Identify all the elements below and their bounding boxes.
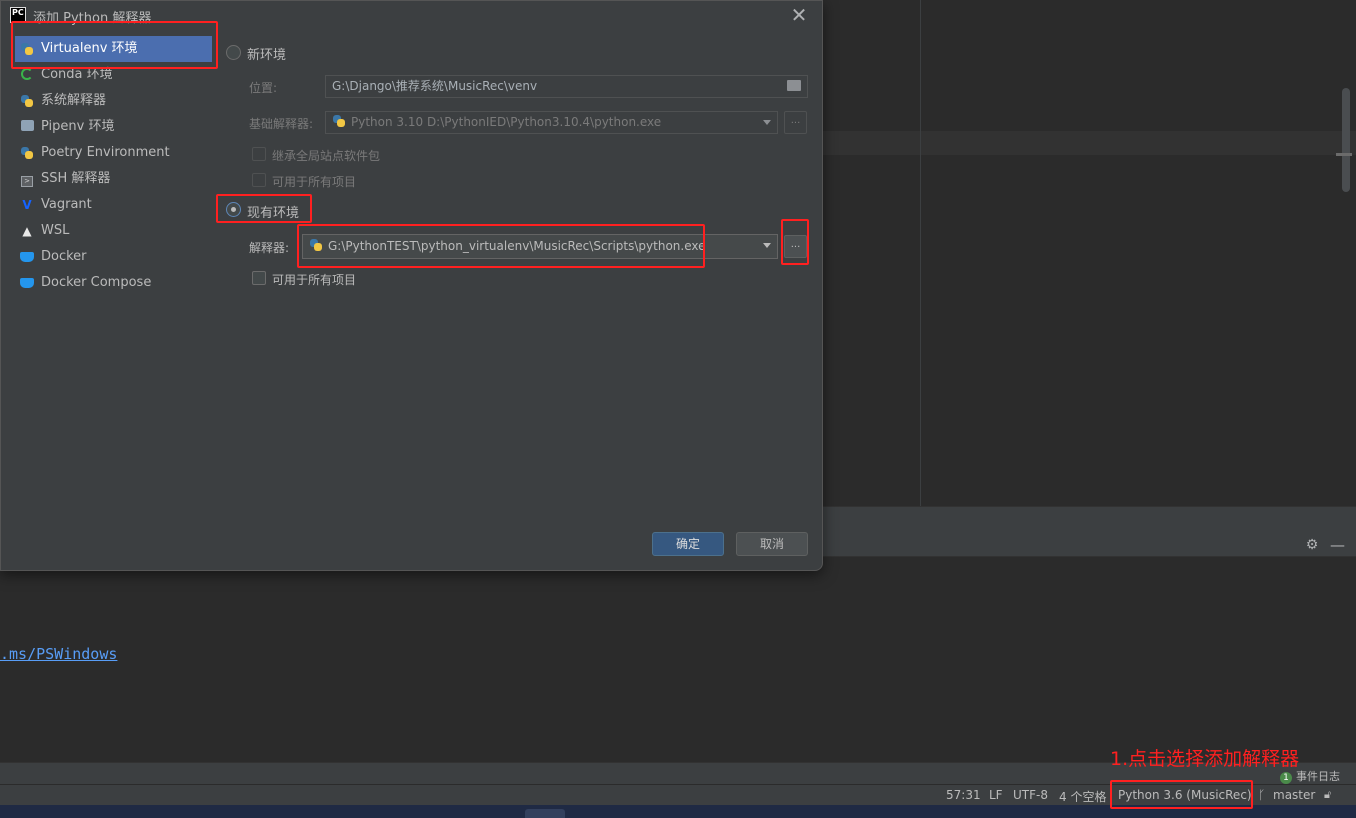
chevron-down-icon — [763, 120, 771, 125]
taskbar-app-pycharm[interactable] — [525, 809, 565, 818]
nav-item-label: Pipenv 环境 — [41, 119, 115, 134]
inherit-packages-label: 继承全局站点软件包 — [272, 149, 381, 163]
new-env-radio[interactable] — [226, 45, 241, 60]
location-label: 位置: — [249, 81, 278, 95]
nav-item-wsl[interactable]: ▲ WSL — [15, 218, 212, 244]
nav-item-label: SSH 解释器 — [41, 171, 111, 186]
nav-item-label: Virtualenv 环境 — [41, 41, 138, 56]
new-env-label: 新环境 — [247, 48, 287, 63]
existing-env-label: 现有环境 — [247, 206, 300, 221]
base-browse-button[interactable]: ... — [784, 111, 807, 134]
python-icon — [20, 42, 34, 56]
terminal-link[interactable]: .ms/PSWindows — [0, 645, 117, 663]
interpreter-selector[interactable]: Python 3.6 (MusicRec) — [1118, 788, 1252, 802]
gear-icon[interactable]: ⚙ — [1304, 537, 1320, 553]
base-interpreter-value: Python 3.10 D:\PythonIED\Python3.10.4\py… — [351, 115, 662, 129]
poetry-icon — [20, 146, 34, 160]
new-env-all-projects-label: 可用于所有项目 — [272, 175, 357, 189]
location-field[interactable]: G:\Django\推荐系统\MusicRec\venv — [325, 75, 808, 98]
python-icon — [20, 94, 34, 108]
event-count-badge: 1 — [1280, 772, 1292, 784]
nav-item-pipenv[interactable]: Pipenv 环境 — [15, 114, 212, 140]
nav-item-label: Poetry Environment — [41, 145, 170, 160]
nav-item-docker-compose[interactable]: Docker Compose — [15, 270, 212, 296]
dialog-title: 添加 Python 解释器 — [33, 11, 152, 26]
git-branch[interactable]: master — [1273, 788, 1315, 802]
existing-env-all-projects-label: 可用于所有项目 — [272, 273, 357, 287]
nav-item-vagrant[interactable]: V Vagrant — [15, 192, 212, 218]
close-icon[interactable]: ✕ — [789, 4, 809, 26]
python-icon — [332, 114, 346, 128]
nav-item-label: 系统解释器 — [41, 93, 107, 108]
docker-compose-icon — [20, 276, 34, 290]
nav-item-docker[interactable]: Docker — [15, 244, 212, 270]
annotation-text: 1.点击选择添加解释器 — [1110, 748, 1300, 770]
nav-item-label: WSL — [41, 223, 70, 238]
ok-button[interactable]: 确定 — [652, 532, 724, 556]
nav-item-label: Conda 环境 — [41, 67, 113, 82]
git-branch-icon: ᚴ — [1258, 788, 1266, 802]
lock-icon[interactable]: 🔓︎ — [1324, 788, 1331, 802]
nav-item-poetry[interactable]: Poetry Environment — [15, 140, 212, 166]
nav-item-virtualenv[interactable]: Virtualenv 环境 — [15, 36, 212, 62]
nav-item-label: Docker — [41, 249, 87, 264]
nav-item-label: Docker Compose — [41, 275, 152, 290]
python-icon — [309, 238, 323, 252]
folder-icon[interactable] — [787, 80, 801, 91]
interpreter-browse-button[interactable]: ... — [784, 235, 807, 258]
file-encoding[interactable]: UTF-8 — [1013, 788, 1048, 802]
status-bar: 57:31 LF UTF-8 4 个空格 Python 3.6 (MusicRe… — [0, 784, 1356, 805]
minimize-icon[interactable]: — — [1330, 537, 1345, 553]
vagrant-icon: V — [22, 198, 32, 212]
base-interpreter-label: 基础解释器: — [249, 117, 314, 131]
caret-line — [822, 131, 1356, 155]
interpreter-type-list: Virtualenv 环境 Conda 环境 系统解释器 Pipenv 环境 P… — [15, 36, 212, 296]
cancel-button[interactable]: 取消 — [736, 532, 808, 556]
nav-item-ssh[interactable]: > SSH 解释器 — [15, 166, 212, 192]
terminal-panel[interactable]: .ms/PSWindows — [0, 557, 1356, 762]
pycharm-icon: PC — [10, 7, 26, 23]
scrollbar-marker — [1336, 153, 1352, 156]
add-interpreter-dialog: PC 添加 Python 解释器 ✕ Virtualenv 环境 Conda 环… — [0, 0, 823, 571]
interpreter-label: 解释器: — [249, 241, 290, 255]
nav-item-label: Vagrant — [41, 197, 92, 212]
nav-item-system[interactable]: 系统解释器 — [15, 88, 212, 114]
interpreter-select[interactable]: G:\PythonTEST\python_virtualenv\MusicRec… — [302, 234, 778, 259]
new-env-all-projects-checkbox[interactable] — [252, 173, 266, 187]
existing-env-all-projects-checkbox[interactable] — [252, 271, 266, 285]
existing-env-radio[interactable] — [226, 202, 241, 217]
ssh-icon: > — [20, 172, 34, 187]
pipenv-icon — [20, 120, 34, 134]
os-taskbar — [0, 805, 1356, 818]
inherit-packages-checkbox[interactable] — [252, 147, 266, 161]
editor-scrollbar[interactable] — [1342, 88, 1350, 192]
docker-icon — [20, 250, 34, 264]
indent-setting[interactable]: 4 个空格 — [1059, 788, 1106, 805]
nav-item-conda[interactable]: Conda 环境 — [15, 62, 212, 88]
line-separator[interactable]: LF — [989, 788, 1003, 802]
caret-position[interactable]: 57:31 — [946, 788, 981, 802]
base-interpreter-select[interactable]: Python 3.10 D:\PythonIED\Python3.10.4\py… — [325, 111, 778, 134]
linux-icon: ▲ — [22, 224, 32, 238]
event-log-label: 事件日志 — [1296, 770, 1340, 783]
location-value: G:\Django\推荐系统\MusicRec\venv — [332, 79, 538, 93]
conda-icon — [20, 68, 34, 82]
right-margin-guide — [920, 0, 921, 506]
chevron-down-icon — [763, 243, 771, 248]
interpreter-value: G:\PythonTEST\python_virtualenv\MusicRec… — [328, 239, 706, 253]
